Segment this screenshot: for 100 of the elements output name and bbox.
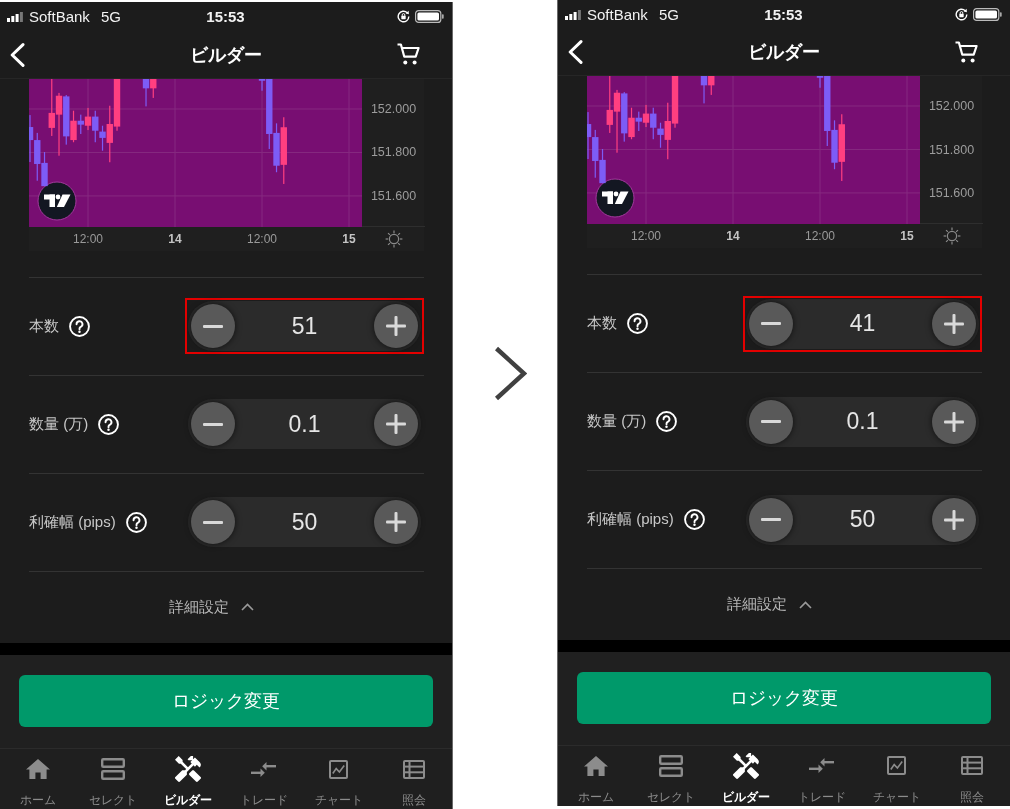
home-icon (583, 756, 608, 776)
price-label: 151.600 (927, 185, 976, 202)
line-chart-icon (887, 756, 907, 776)
help-icon[interactable] (627, 313, 648, 335)
status-time: 15:53 (764, 6, 803, 24)
tab[interactable]: チャート (859, 746, 935, 806)
back-icon (568, 40, 583, 65)
time-label: 15 (342, 231, 356, 246)
time-label: 12:00 (247, 231, 278, 246)
tab[interactable]: チャート (301, 749, 377, 809)
cart-icon (397, 43, 420, 67)
plus-icon (944, 509, 964, 530)
help-icon[interactable] (125, 511, 147, 533)
battery-icon (973, 8, 1002, 22)
help-icon[interactable] (683, 509, 705, 531)
price-label: 152.000 (369, 100, 418, 117)
minus-icon (761, 420, 781, 424)
tab[interactable]: ホーム (0, 749, 76, 809)
setting-label: 数量 (万) (29, 414, 89, 434)
minus-icon (761, 322, 781, 326)
plus-icon (944, 313, 964, 334)
increment-button[interactable] (374, 500, 418, 545)
tab[interactable]: ビルダー (708, 746, 784, 806)
screen-title: ビルダー (190, 43, 262, 67)
back-button[interactable] (568, 40, 583, 65)
cart-button[interactable] (397, 43, 420, 67)
help-icon[interactable] (98, 413, 120, 435)
increment-button[interactable] (932, 301, 976, 346)
details-toggle[interactable]: 詳細設定 (168, 598, 254, 617)
cart-icon (955, 40, 978, 64)
swap-arrows-icon (251, 761, 277, 777)
plus-icon (386, 316, 406, 337)
plus-icon (386, 414, 406, 435)
decrement-button[interactable] (191, 500, 235, 545)
setting-label: 利確幅 (pips) (587, 510, 674, 530)
cart-button[interactable] (955, 40, 978, 64)
increment-button[interactable] (932, 497, 976, 542)
tools-icon (733, 753, 760, 779)
sun-icon (942, 227, 961, 246)
details-toggle[interactable]: 詳細設定 (726, 595, 812, 615)
decrement-button[interactable] (749, 399, 793, 444)
price-label: 151.800 (369, 144, 418, 161)
tab[interactable]: セレクト (75, 749, 151, 809)
chevron-right-icon (494, 345, 527, 401)
increment-button[interactable] (374, 304, 418, 349)
battery-icon (415, 10, 444, 24)
tools-icon (175, 756, 202, 782)
price-label: 151.800 (927, 141, 976, 158)
increment-button[interactable] (374, 402, 418, 447)
list-icon (961, 756, 984, 776)
plus-icon (386, 512, 406, 533)
list-icon (403, 759, 426, 779)
stepper-value: 0.1 (288, 410, 321, 438)
stepper-value: 51 (291, 312, 318, 340)
setting-label: 本数 (29, 316, 59, 336)
increment-button[interactable] (932, 399, 976, 444)
decrement-button[interactable] (749, 301, 793, 346)
back-icon (10, 42, 25, 67)
tab[interactable]: セレクト (633, 746, 709, 806)
help-icon[interactable] (69, 315, 90, 337)
setting-label: 数量 (万) (587, 412, 647, 432)
tab[interactable]: ビルダー (150, 749, 226, 809)
stepper-value: 0.1 (846, 408, 879, 436)
time-label: 14 (168, 231, 182, 246)
chart-logo-icon[interactable] (595, 178, 635, 218)
minus-icon (203, 520, 223, 524)
sun-icon (384, 229, 403, 248)
price-label: 151.600 (369, 187, 418, 204)
change-logic-button[interactable]: ロジック変更 (19, 675, 433, 727)
setting-label: 利確幅 (pips) (29, 512, 116, 532)
orientation-lock-icon (397, 10, 410, 24)
tab[interactable]: ホーム (558, 746, 634, 806)
tab[interactable]: トレード (226, 749, 302, 809)
help-icon[interactable] (656, 411, 678, 433)
chart-logo-icon[interactable] (37, 181, 77, 221)
time-label: 12:00 (631, 229, 662, 244)
decrement-button[interactable] (749, 497, 793, 542)
stacked-panels-icon (659, 755, 683, 777)
swap-arrows-icon (809, 758, 835, 774)
minus-icon (203, 422, 223, 426)
back-button[interactable] (10, 42, 25, 67)
change-logic-button[interactable]: ロジック変更 (577, 672, 991, 724)
tab[interactable]: 照会 (934, 746, 1010, 806)
network-type: 5G (658, 6, 679, 24)
price-label: 152.000 (927, 98, 976, 115)
decrement-button[interactable] (191, 304, 235, 349)
signal-icon (565, 9, 581, 20)
minus-icon (761, 518, 781, 522)
setting-label: 本数 (587, 314, 617, 334)
plus-icon (944, 411, 964, 432)
stepper-value: 50 (849, 506, 876, 534)
time-label: 15 (900, 229, 914, 244)
tab[interactable]: 照会 (376, 749, 452, 809)
stacked-panels-icon (101, 758, 125, 780)
decrement-button[interactable] (191, 402, 235, 447)
tab[interactable]: トレード (784, 746, 860, 806)
minus-icon (203, 324, 223, 328)
time-label: 12:00 (73, 231, 104, 246)
network-type: 5G (100, 8, 121, 26)
home-icon (25, 759, 50, 779)
